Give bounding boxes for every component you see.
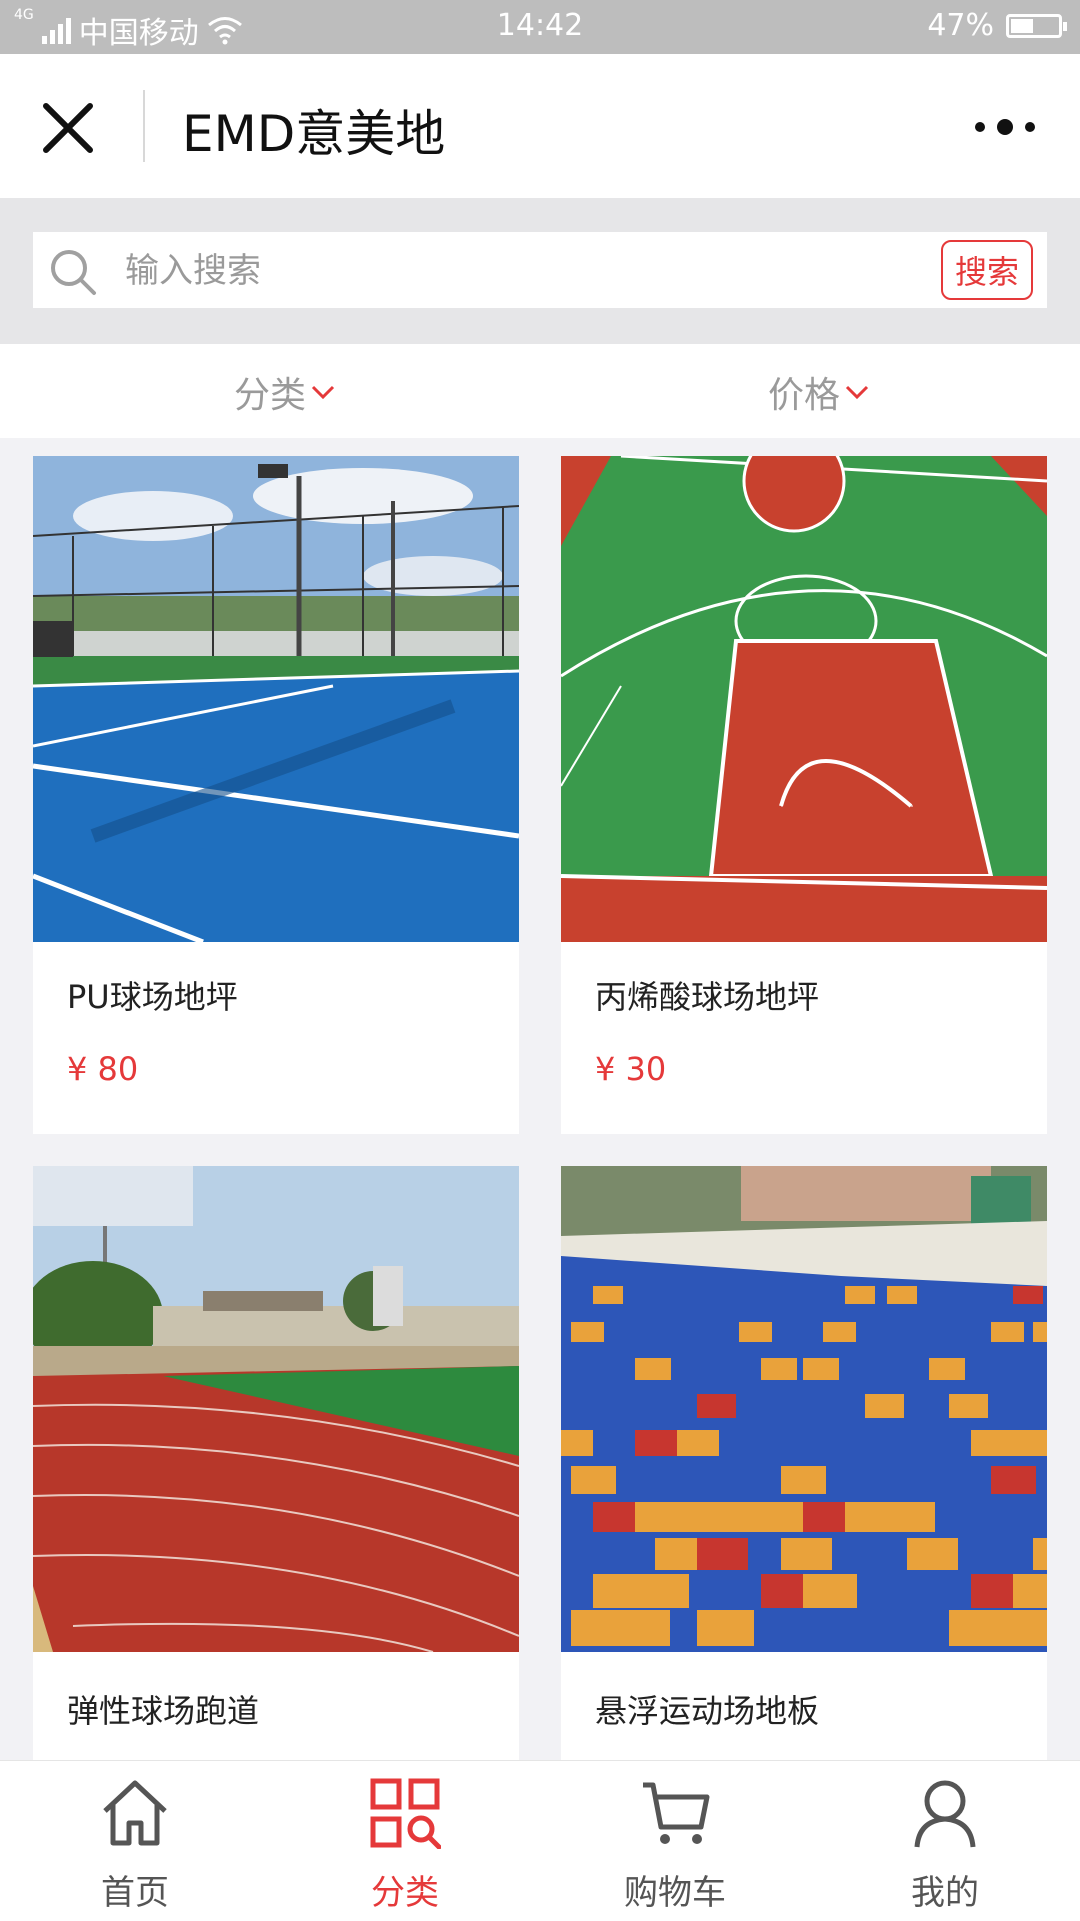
- floor-tile: [803, 1358, 839, 1380]
- floor-tile: [803, 1574, 857, 1608]
- tab-label: 首页: [101, 1873, 169, 1913]
- page-title: EMD意美地: [182, 105, 446, 163]
- filter-price[interactable]: 价格: [768, 366, 870, 418]
- floor-tile: [635, 1574, 689, 1608]
- product-card[interactable]: 悬浮运动场地板: [561, 1166, 1047, 1760]
- floor-tile: [761, 1358, 797, 1380]
- product-price: ¥ 30: [595, 1050, 667, 1088]
- floor-tile: [761, 1502, 809, 1532]
- chevron-down-icon: [311, 385, 335, 400]
- floor-tile: [677, 1430, 719, 1456]
- floor-tile: [1013, 1430, 1047, 1456]
- product-card[interactable]: 丙烯酸球场地坪 ¥ 30: [561, 456, 1047, 1134]
- floor-tile: [593, 1286, 623, 1304]
- product-image: [561, 1166, 1047, 1652]
- filter-price-label: 价格: [768, 375, 841, 416]
- battery-percent: 47%: [927, 8, 994, 43]
- floor-tile: [635, 1502, 683, 1532]
- status-right: 47%: [927, 8, 1067, 43]
- search-box: 搜索: [33, 232, 1047, 308]
- floor-tile: [1033, 1538, 1047, 1570]
- floor-tile: [929, 1358, 965, 1380]
- floor-tile: [971, 1430, 1013, 1456]
- floor-tile: [887, 1286, 917, 1304]
- search-button[interactable]: 搜索: [941, 240, 1033, 300]
- product-name: PU球场地坪: [67, 978, 238, 1016]
- product-card[interactable]: PU球场地坪 ¥ 80: [33, 456, 519, 1134]
- floor-tile: [697, 1394, 736, 1418]
- tab-category[interactable]: 分类: [270, 1761, 540, 1921]
- product-image: [561, 456, 1047, 942]
- product-image: [33, 456, 519, 942]
- floor-tile: [739, 1322, 772, 1342]
- floor-tile: [781, 1538, 832, 1570]
- nav-divider: [143, 90, 145, 162]
- product-card[interactable]: 弹性球场跑道: [33, 1166, 519, 1760]
- floor-tile: [1013, 1286, 1043, 1304]
- product-grid: PU球场地坪 ¥ 80 丙烯酸球场地坪 ¥ 30 弹性球场跑道 悬浮运动场地板: [0, 456, 1080, 1760]
- chevron-down-icon: [845, 385, 869, 400]
- category-icon: [370, 1778, 441, 1849]
- search-icon: [51, 250, 96, 295]
- floor-tile: [719, 1502, 767, 1532]
- product-image: [33, 1166, 519, 1652]
- nav-bar: EMD意美地: [0, 54, 1080, 198]
- floor-tile: [991, 1466, 1036, 1494]
- close-icon[interactable]: [40, 100, 96, 156]
- floor-tile: [887, 1502, 935, 1532]
- floor-tile: [865, 1394, 904, 1418]
- floor-tile: [845, 1502, 893, 1532]
- floor-tile: [991, 1610, 1047, 1646]
- home-icon: [103, 1780, 167, 1846]
- tab-label: 我的: [911, 1873, 979, 1913]
- floor-tile: [571, 1322, 604, 1342]
- floor-tile: [697, 1610, 754, 1646]
- tab-mine[interactable]: 我的: [810, 1761, 1080, 1921]
- cart-icon: [643, 1782, 710, 1844]
- tab-home[interactable]: 首页: [0, 1761, 270, 1921]
- product-name: 丙烯酸球场地坪: [595, 978, 820, 1016]
- status-time: 14:42: [496, 8, 584, 43]
- floor-tile: [635, 1430, 677, 1456]
- floor-tile: [677, 1502, 725, 1532]
- product-price: ¥ 80: [67, 1050, 139, 1088]
- search-section: 搜索: [0, 198, 1080, 344]
- floor-tile: [697, 1538, 748, 1570]
- floor-tile: [613, 1610, 670, 1646]
- floor-tile: [781, 1466, 826, 1494]
- floor-tile: [571, 1466, 616, 1494]
- more-icon[interactable]: [970, 112, 1040, 142]
- product-name: 悬浮运动场地板: [595, 1692, 820, 1730]
- tab-label: 购物车: [624, 1873, 726, 1913]
- product-name: 弹性球场跑道: [67, 1692, 260, 1730]
- tab-cart[interactable]: 购物车: [540, 1761, 810, 1921]
- floor-tile: [803, 1502, 851, 1532]
- filter-bar: 分类 价格: [0, 344, 1080, 438]
- floor-tile: [823, 1322, 856, 1342]
- floor-tile: [949, 1394, 988, 1418]
- floor-tile: [991, 1322, 1024, 1342]
- floor-tile: [845, 1286, 875, 1304]
- floor-tile: [561, 1430, 593, 1456]
- battery-icon: [1006, 13, 1067, 38]
- filter-category[interactable]: 分类: [234, 366, 336, 418]
- floor-tile: [635, 1358, 671, 1380]
- status-bar: 4G 中国移动 14:42 47%: [0, 0, 1080, 54]
- floor-tile: [907, 1538, 958, 1570]
- filter-category-label: 分类: [234, 375, 307, 416]
- floor-tile: [593, 1502, 641, 1532]
- floor-tile: [1013, 1574, 1047, 1608]
- user-icon: [914, 1780, 976, 1848]
- search-input[interactable]: [123, 242, 847, 300]
- tab-label: 分类: [371, 1873, 439, 1913]
- tab-bar: 首页 分类 购物车 我的: [0, 1760, 1080, 1921]
- floor-tile: [1033, 1322, 1047, 1342]
